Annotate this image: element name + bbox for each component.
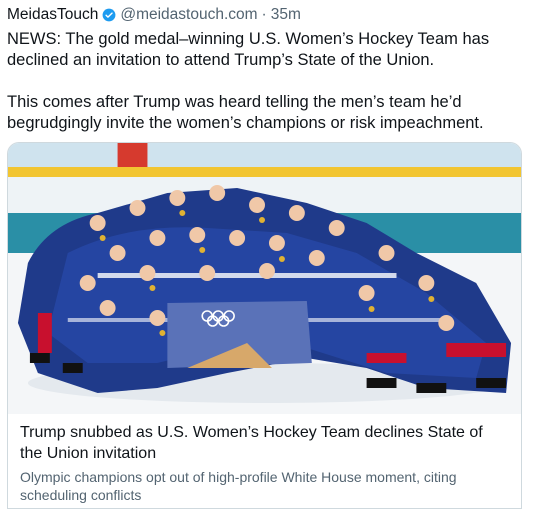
- link-preview-card[interactable]: Trump snubbed as U.S. Women’s Hockey Tea…: [7, 142, 522, 509]
- post-text: NEWS: The gold medal–winning U.S. Women’…: [7, 29, 527, 134]
- post-header: MeidasTouch @meidastouch.com · 35m: [7, 4, 527, 26]
- team-photo-image: [8, 143, 521, 414]
- verified-badge-icon: [102, 8, 116, 22]
- author-name[interactable]: MeidasTouch: [7, 6, 98, 24]
- card-body: Trump snubbed as U.S. Women’s Hockey Tea…: [8, 414, 521, 504]
- post-timestamp[interactable]: 35m: [271, 6, 301, 24]
- separator-dot: ·: [261, 6, 267, 23]
- card-title[interactable]: Trump snubbed as U.S. Women’s Hockey Tea…: [20, 422, 509, 464]
- post-paragraph-1: NEWS: The gold medal–winning U.S. Women’…: [7, 30, 490, 69]
- post-paragraph-2: This comes after Trump was heard telling…: [7, 93, 484, 132]
- card-description: Olympic champions opt out of high-profil…: [20, 469, 457, 503]
- post: MeidasTouch @meidastouch.com · 35m NEWS:…: [7, 4, 527, 134]
- author-handle[interactable]: @meidastouch.com: [120, 6, 257, 24]
